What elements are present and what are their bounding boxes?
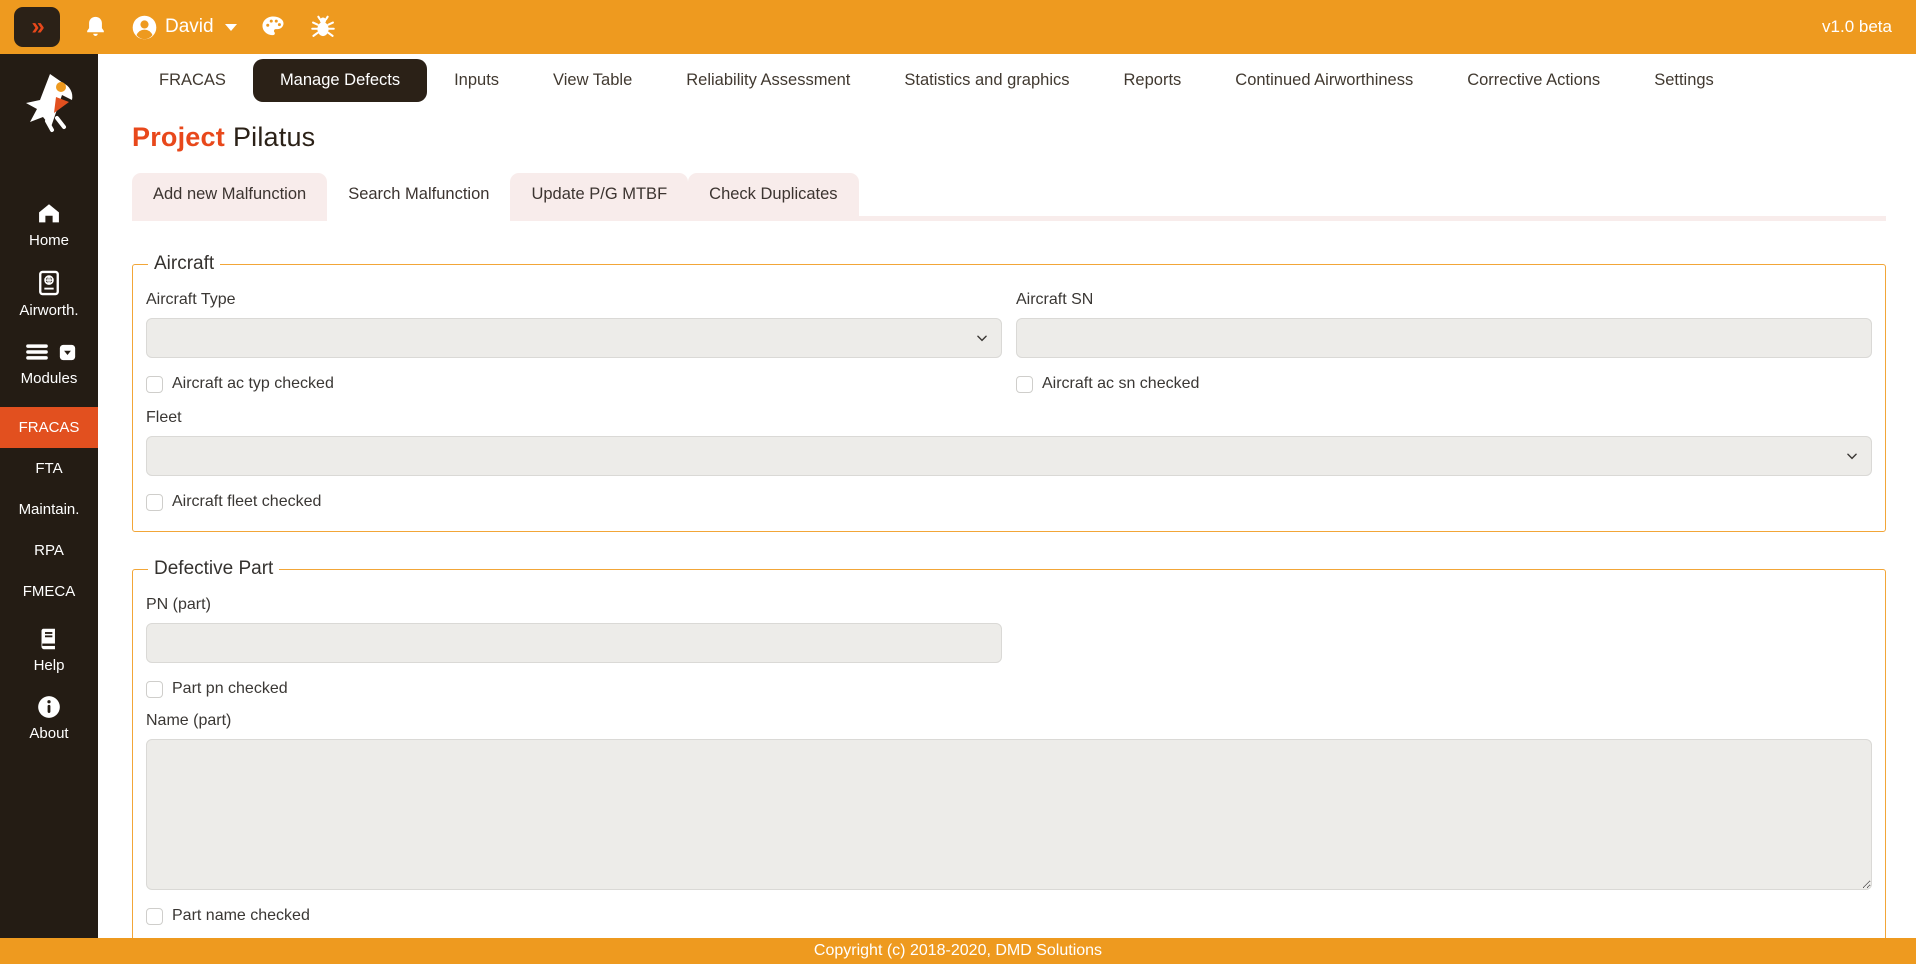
bug-report-icon[interactable] <box>309 13 337 41</box>
aircraft-ac-sn-checked-row: Aircraft ac sn checked <box>1016 375 1872 393</box>
sidebar-module-maintain[interactable]: Maintain. <box>0 489 98 530</box>
sidebar-item-home[interactable]: Home <box>0 199 98 249</box>
sidebar-module-fracas[interactable]: FRACAS <box>0 407 98 448</box>
name-part-textarea[interactable] <box>146 739 1872 890</box>
page-content: Project Pilatus Add new Malfunction Searc… <box>98 122 1916 938</box>
nav-item-manage-defects[interactable]: Manage Defects <box>253 59 427 102</box>
page-title: Project Pilatus <box>132 122 1886 153</box>
nav-item-continued-airworthiness[interactable]: Continued Airworthiness <box>1208 71 1440 90</box>
aircraft-section-legend: Aircraft <box>148 253 220 275</box>
main-area: FRACAS Manage Defects Inputs View Table … <box>98 54 1916 938</box>
checkbox-label: Aircraft ac typ checked <box>172 375 334 393</box>
sidebar-item-help[interactable]: Help <box>0 626 98 674</box>
notifications-bell-icon[interactable] <box>82 14 109 41</box>
nav-item-settings[interactable]: Settings <box>1627 71 1741 90</box>
nav-item-corrective-actions[interactable]: Corrective Actions <box>1440 71 1627 90</box>
sidebar-item-label: Modules <box>21 370 78 387</box>
sidebar-item-label: Help <box>34 657 65 674</box>
aircraft-ac-typ-checkbox[interactable] <box>146 376 163 393</box>
page-title-name: Pilatus <box>233 122 315 152</box>
defective-part-section: Defective Part PN (part) Part pn checked… <box>132 558 1886 938</box>
robin-bird-logo[interactable] <box>17 70 81 139</box>
nav-item-inputs[interactable]: Inputs <box>427 71 526 90</box>
module-link-label: FRACAS <box>19 419 80 436</box>
user-menu[interactable]: David <box>131 14 237 41</box>
app-version: v1.0 beta <box>1822 17 1892 37</box>
sidebar: Home Airworth. Modules FRACAS FTA <box>0 54 98 938</box>
aircraft-sn-input[interactable] <box>1016 318 1872 358</box>
tab-search-malfunction[interactable]: Search Malfunction <box>327 173 510 216</box>
sidebar-module-rpa[interactable]: RPA <box>0 530 98 571</box>
sidebar-item-label: Home <box>29 232 69 249</box>
module-link-label: FMECA <box>23 583 76 600</box>
chevron-down-icon <box>975 331 989 345</box>
nav-item-fracas[interactable]: FRACAS <box>132 71 253 90</box>
module-link-label: FTA <box>35 460 62 477</box>
user-name: David <box>165 16 214 38</box>
aircraft-fleet-checked-row: Aircraft fleet checked <box>146 493 1872 511</box>
aircraft-ac-sn-checkbox[interactable] <box>1016 376 1033 393</box>
fleet-label: Fleet <box>146 409 1872 427</box>
top-bar: » David v1.0 be <box>0 0 1916 54</box>
info-circle-icon <box>36 694 62 720</box>
aircraft-type-select[interactable] <box>146 318 1002 358</box>
part-pn-checkbox[interactable] <box>146 681 163 698</box>
theme-palette-icon[interactable] <box>259 13 287 41</box>
module-link-label: Maintain. <box>19 501 80 518</box>
copyright-text: Copyright (c) 2018-2020, DMD Solutions <box>814 942 1102 960</box>
tab-update-pg-mtbf[interactable]: Update P/G MTBF <box>510 173 688 216</box>
defective-part-section-legend: Defective Part <box>148 558 279 580</box>
pn-part-label: PN (part) <box>146 596 1002 614</box>
home-icon <box>35 199 63 227</box>
sidebar-item-airworthiness[interactable]: Airworth. <box>0 269 98 319</box>
sidebar-module-fta[interactable]: FTA <box>0 448 98 489</box>
aircraft-section: Aircraft Aircraft Type Aircraft SN <box>132 253 1886 532</box>
modules-menu-icon <box>22 339 52 365</box>
part-name-checkbox[interactable] <box>146 908 163 925</box>
malfunction-tabbar: Add new Malfunction Search Malfunction U… <box>132 173 1886 216</box>
checkbox-label: Aircraft fleet checked <box>172 493 321 511</box>
checkbox-label: Part name checked <box>172 907 310 925</box>
aircraft-ac-typ-checked-row: Aircraft ac typ checked <box>146 375 1002 393</box>
tab-add-new-malfunction[interactable]: Add new Malfunction <box>132 173 327 216</box>
aircraft-fleet-checkbox[interactable] <box>146 494 163 511</box>
chevron-down-icon <box>1845 449 1859 463</box>
module-link-label: RPA <box>34 542 64 559</box>
aircraft-type-label: Aircraft Type <box>146 291 1002 309</box>
sidebar-toggle-button[interactable]: » <box>14 7 60 47</box>
part-name-checked-row: Part name checked <box>146 907 1872 925</box>
fleet-select[interactable] <box>146 436 1872 476</box>
page-title-prefix: Project <box>132 122 225 152</box>
nav-item-reliability-assessment[interactable]: Reliability Assessment <box>659 71 877 90</box>
help-book-icon <box>36 626 62 652</box>
checkbox-label: Aircraft ac sn checked <box>1042 375 1199 393</box>
checkbox-label: Part pn checked <box>172 680 288 698</box>
account-circle-icon <box>131 14 158 41</box>
nav-item-reports[interactable]: Reports <box>1097 71 1209 90</box>
name-part-label: Name (part) <box>146 712 1872 730</box>
nav-item-view-table[interactable]: View Table <box>526 71 659 90</box>
pn-part-input[interactable] <box>146 623 1002 663</box>
airworthiness-book-icon <box>35 269 63 297</box>
sidebar-item-about[interactable]: About <box>0 694 98 742</box>
nav-item-statistics-and-graphics[interactable]: Statistics and graphics <box>877 71 1096 90</box>
sidebar-item-label: Airworth. <box>19 302 78 319</box>
footer-bar: Copyright (c) 2018-2020, DMD Solutions <box>0 938 1916 964</box>
tab-check-duplicates[interactable]: Check Duplicates <box>688 173 858 216</box>
caret-down-icon <box>225 24 237 31</box>
sidebar-item-label: About <box>29 725 68 742</box>
sidebar-item-modules[interactable]: Modules <box>0 339 98 387</box>
double-chevron-right-icon: » <box>31 15 42 39</box>
aircraft-sn-label: Aircraft SN <box>1016 291 1872 309</box>
sidebar-module-fmeca[interactable]: FMECA <box>0 571 98 612</box>
part-pn-checked-row: Part pn checked <box>146 680 1872 698</box>
top-navigation: FRACAS Manage Defects Inputs View Table … <box>98 54 1916 106</box>
modules-expand-icon <box>59 344 76 361</box>
